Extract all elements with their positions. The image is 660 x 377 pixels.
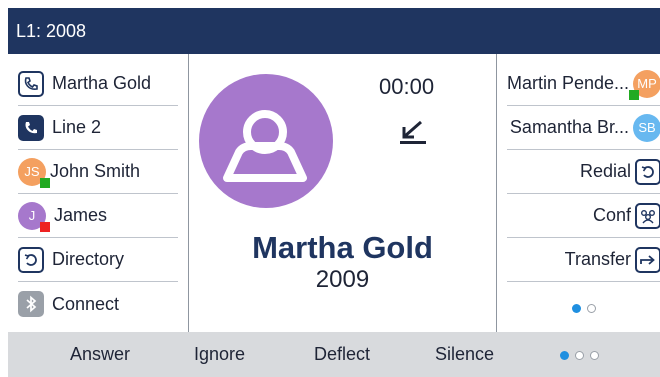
page-dot (587, 304, 596, 313)
avatar-initials: J (28, 208, 36, 223)
right-key-panel: Martin Pende... MP Samantha Br... SB Red… (496, 54, 660, 332)
page-dot-active (572, 304, 581, 313)
person-icon (223, 110, 307, 182)
presence-available-icon (40, 177, 50, 188)
right-key-label: Samantha Br... (509, 117, 629, 137)
avatar: J (18, 201, 50, 232)
phone-icon (18, 70, 44, 97)
conference-icon (635, 202, 660, 229)
left-key-label: Line 2 (52, 117, 102, 137)
caller-name: Martha Gold (252, 230, 433, 265)
right-key-label: Transfer (564, 249, 631, 269)
transfer-icon (635, 246, 660, 273)
left-key-martha-gold[interactable]: Martha Gold (18, 62, 178, 106)
call-panel: 00:00 Martha Gold 2009 (189, 54, 496, 332)
left-key-label: Martha Gold (52, 73, 152, 93)
left-key-label: John Smith (50, 161, 141, 181)
phone-screen: L1: 2008 Martha Gold Line 2 JS John Smit… (8, 8, 660, 377)
line-title: L1: 2008 (16, 20, 87, 41)
directory-icon (18, 246, 44, 273)
left-key-james[interactable]: J James (18, 194, 178, 238)
left-key-label: James (54, 205, 108, 225)
phone-filled-icon (18, 114, 44, 141)
left-key-connect[interactable]: Connect (18, 282, 178, 326)
deflect-softkey[interactable]: Deflect (314, 344, 370, 365)
right-key-label: Martin Pende... (507, 73, 629, 93)
presence-busy-icon (40, 221, 50, 232)
right-key-label: Conf (592, 205, 631, 225)
softkey-page-indicator[interactable] (560, 351, 599, 360)
right-key-page-indicator[interactable] (572, 304, 596, 313)
avatar-initials: JS (24, 164, 40, 179)
caller-number: 2009 (315, 266, 370, 293)
ignore-softkey[interactable]: Ignore (194, 344, 245, 365)
avatar: SB (633, 113, 660, 142)
redial-icon (635, 158, 660, 185)
left-key-label: Connect (52, 293, 120, 314)
page-dot (590, 351, 599, 360)
right-key-martin-pendergast[interactable]: Martin Pende... MP (507, 62, 660, 106)
avatar-initials: SB (638, 120, 656, 135)
call-timer: 00:00 (379, 74, 435, 99)
left-key-line-2[interactable]: Line 2 (18, 106, 178, 150)
left-key-label: Directory (52, 249, 125, 269)
right-key-samantha-brown[interactable]: Samantha Br... SB (507, 106, 660, 150)
right-key-label: Redial (579, 161, 631, 181)
right-key-transfer[interactable]: Transfer (507, 238, 660, 282)
avatar-initials: MP (637, 76, 657, 91)
avatar: MP (629, 69, 660, 100)
page-dot-active (560, 351, 569, 360)
left-key-directory[interactable]: Directory (18, 238, 178, 282)
left-key-panel: Martha Gold Line 2 JS John Smith J James (8, 54, 189, 332)
answer-softkey[interactable]: Answer (70, 344, 130, 365)
avatar: JS (18, 157, 50, 188)
title-bar: L1: 2008 (8, 8, 660, 54)
right-key-redial[interactable]: Redial (507, 150, 660, 194)
bluetooth-icon (18, 291, 44, 317)
silence-softkey[interactable]: Silence (435, 344, 494, 365)
page-dot (575, 351, 584, 360)
caller-avatar (199, 74, 333, 208)
left-key-john-smith[interactable]: JS John Smith (18, 150, 178, 194)
incoming-call-arrow-icon (400, 120, 426, 144)
presence-available-icon (629, 89, 639, 100)
softkey-bar: Answer Ignore Deflect Silence (8, 332, 660, 377)
right-key-conf[interactable]: Conf (507, 194, 660, 238)
